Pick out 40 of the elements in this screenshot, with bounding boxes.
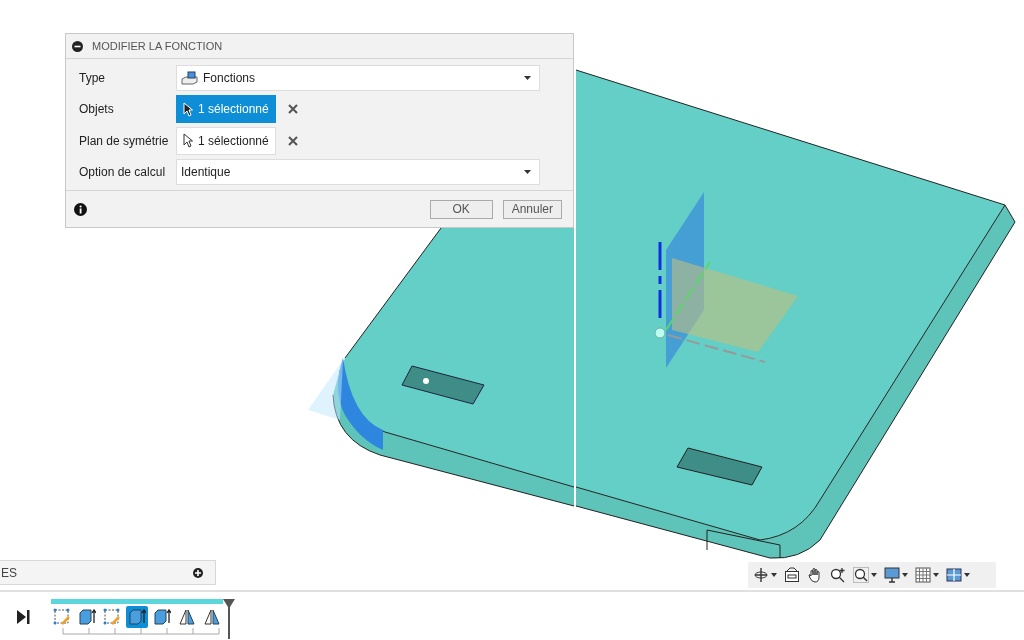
timeline-marker[interactable] xyxy=(223,599,235,639)
ok-button[interactable]: OK xyxy=(429,199,493,219)
caret-icon[interactable] xyxy=(871,573,877,577)
caret-icon[interactable] xyxy=(771,573,777,577)
field-label: Type xyxy=(79,70,106,85)
info-icon[interactable] xyxy=(74,202,87,216)
dialog-title: MODIFIER LA FONCTION xyxy=(92,40,223,52)
dropdown-field[interactable]: Fonctions xyxy=(176,64,540,91)
clear-icon[interactable] xyxy=(287,104,298,115)
body-icon xyxy=(181,70,199,85)
caret-icon[interactable] xyxy=(933,573,939,577)
cursor-icon xyxy=(183,101,193,117)
field-label: Option de calcul xyxy=(79,165,167,180)
selection-button[interactable]: 1 sélectionné xyxy=(176,95,276,124)
grid-icon[interactable] xyxy=(915,567,931,583)
hand-icon[interactable] xyxy=(807,567,823,583)
cursor-icon xyxy=(183,133,193,149)
dropdown-field[interactable]: Identique xyxy=(176,159,540,186)
zoom-icon[interactable] xyxy=(830,567,846,583)
monitor-icon[interactable] xyxy=(884,567,900,583)
camera-icon[interactable] xyxy=(784,567,800,583)
field-label: Plan de symétrie xyxy=(79,133,170,148)
caret-icon[interactable] xyxy=(964,573,970,577)
zoom-fit-icon[interactable] xyxy=(853,567,869,583)
extrude-feature-icon[interactable] xyxy=(76,606,98,628)
selection-button[interactable]: 1 sélectionné xyxy=(176,126,276,155)
extrude-feature-icon[interactable] xyxy=(151,606,173,628)
orbit-icon[interactable] xyxy=(753,567,769,583)
cancel-button[interactable]: Annuler xyxy=(502,199,562,219)
caret-icon xyxy=(524,75,531,80)
skip-to-end-icon[interactable] xyxy=(16,609,30,625)
panel-title: ES xyxy=(1,565,17,580)
clear-icon[interactable] xyxy=(287,135,298,146)
caret-icon xyxy=(524,170,531,175)
field-label: Objets xyxy=(79,102,115,117)
viewports-icon[interactable] xyxy=(946,567,962,583)
caret-icon[interactable] xyxy=(902,573,908,577)
group-bracket-icon xyxy=(61,628,221,636)
collapse-icon[interactable] xyxy=(72,40,83,52)
add-icon[interactable] xyxy=(193,567,203,578)
